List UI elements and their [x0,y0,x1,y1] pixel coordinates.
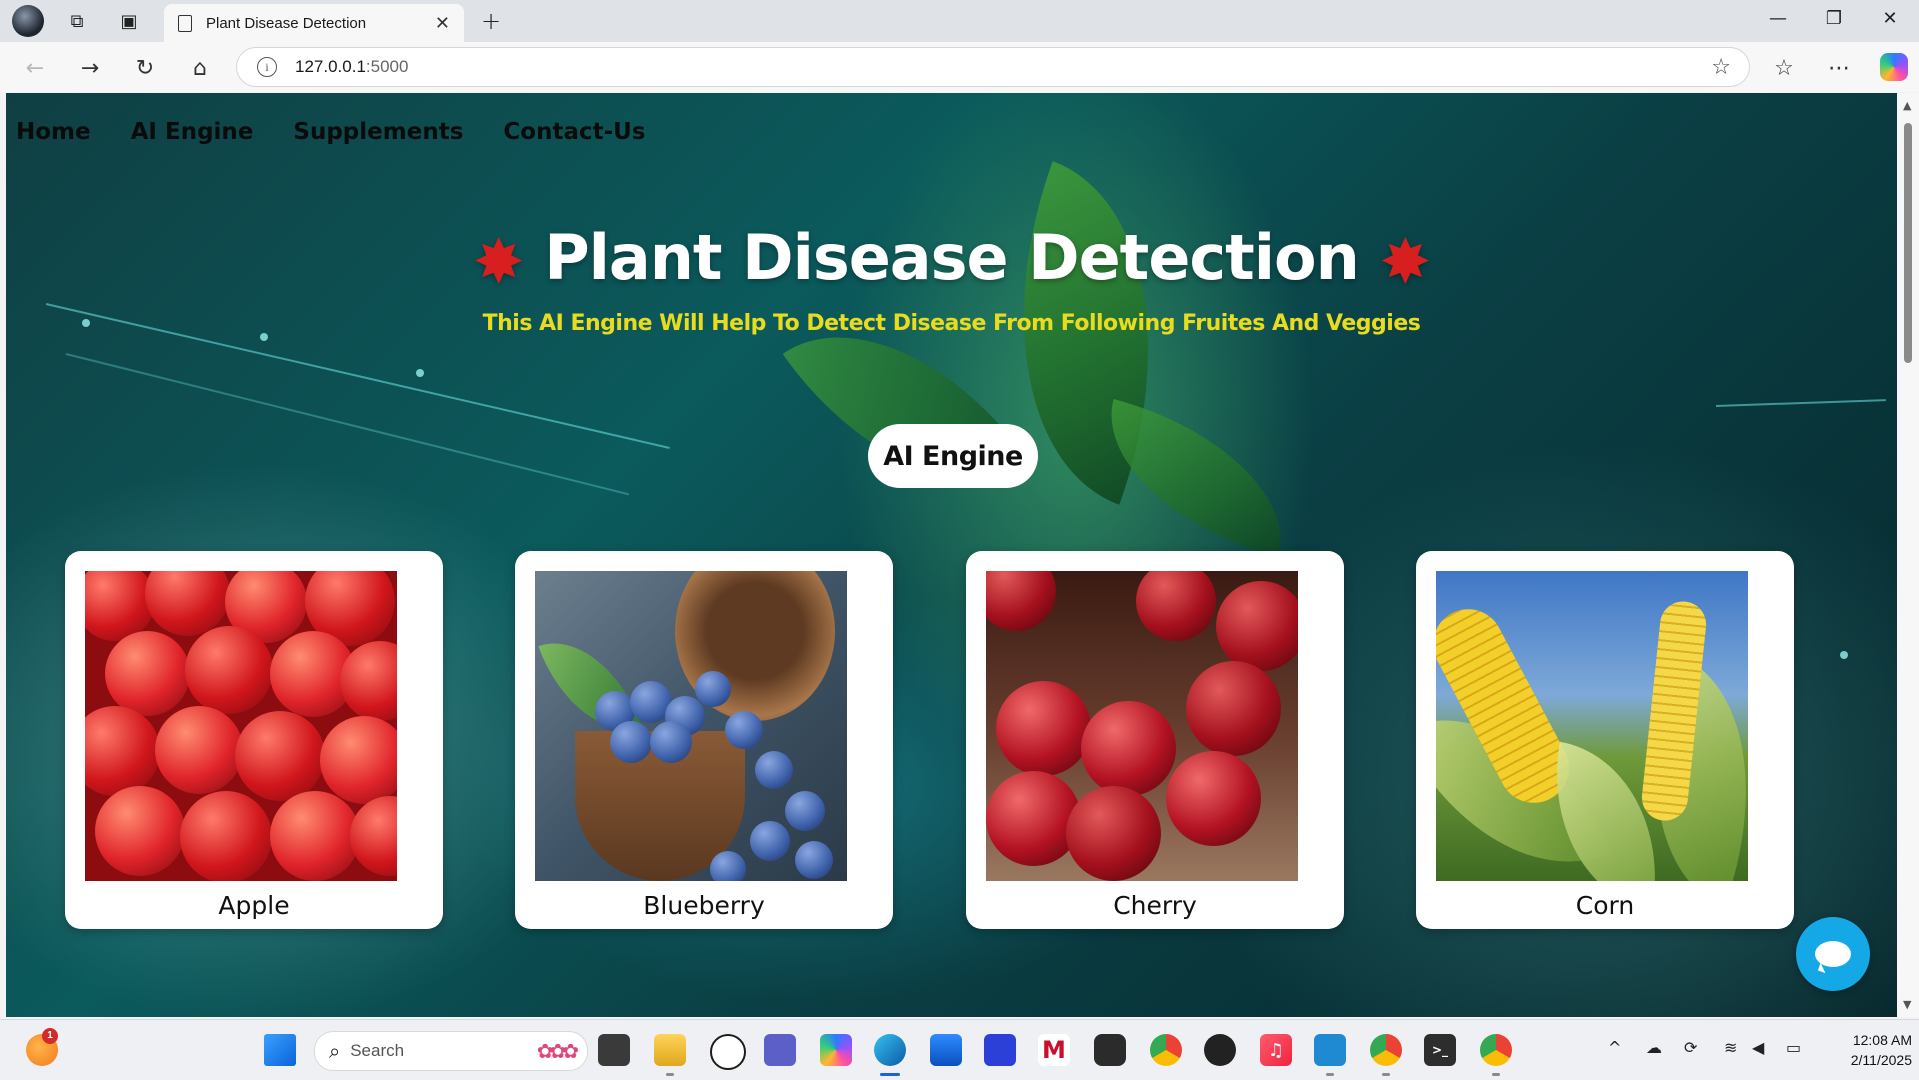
corn-image [1436,571,1748,881]
minimize-button[interactable]: — [1758,8,1798,29]
copilot-app-icon[interactable] [820,1034,852,1066]
clock-date: 2/11/2025 [1850,1052,1912,1068]
teams-icon[interactable] [764,1034,796,1066]
site-info-icon[interactable]: i [257,57,277,77]
vscode-icon[interactable] [1314,1034,1346,1076]
url-text[interactable]: 127.0.0.1:5000 [295,57,1711,77]
3d-app-icon[interactable] [1094,1034,1126,1066]
tech-dot [1840,651,1848,659]
chrome-profile-v-icon[interactable] [1370,1034,1402,1076]
address-bar[interactable]: i 127.0.0.1:5000 ☆ [236,47,1750,87]
url-host: 127.0.0.1 [295,57,366,76]
battery-icon[interactable]: ▭ [1786,1038,1801,1057]
maple-leaf-icon: ✸ [1379,225,1431,299]
card-apple[interactable]: Apple [65,551,443,929]
refresh-button[interactable]: ↻ [129,52,161,84]
show-hidden-icons-icon[interactable]: ^ [1608,1038,1621,1057]
nav-contact-us-link[interactable]: Contact-Us [503,119,645,145]
page-scrollbar[interactable]: ▲ ▼ [1897,93,1919,1017]
close-tab-icon[interactable]: ✕ [435,13,450,34]
system-clock[interactable]: 12:08 AM 2/11/2025 [1822,1030,1912,1070]
pen-app-icon[interactable] [984,1034,1016,1066]
card-corn[interactable]: Corn [1416,551,1794,929]
favorite-star-icon[interactable]: ☆ [1711,55,1731,80]
chat-button[interactable] [1796,917,1870,991]
edge-icon[interactable] [874,1034,906,1076]
chat-bubble-icon [1815,941,1851,967]
search-highlight-icon: ✿✿✿ [536,1039,579,1063]
start-button[interactable] [264,1034,296,1066]
card-label-blueberry: Blueberry [643,891,765,920]
page-title-text: Plant Disease Detection [544,221,1360,294]
main-nav: Home AI Engine Supplements Contact-Us [16,119,646,145]
sync-icon[interactable]: ⟳ [1684,1038,1697,1057]
scroll-down-arrow-icon[interactable]: ▼ [1903,998,1911,1011]
nav-ai-engine-link[interactable]: AI Engine [131,119,254,145]
browser-toolbar: ← → ↻ ⌂ i 127.0.0.1:5000 ☆ ☆ ⋯ [0,42,1919,92]
browser-title-bar: ⧉ ▣ Plant Disease Detection ✕ + — ❐ ✕ [0,0,1919,42]
music-icon[interactable]: ♫ [1260,1034,1292,1066]
mcafee-icon[interactable]: M [1038,1034,1070,1066]
task-view-icon[interactable] [598,1034,630,1066]
windows-taskbar: 1 ⌕ Search ✿✿✿ M ♫ >_ ^ ☁ ⟳ ≋ ◀ ▭ 12:08 … [0,1019,1919,1080]
back-button[interactable]: ← [19,52,51,84]
forward-button[interactable]: → [74,52,106,84]
ai-engine-button[interactable]: AI Engine [868,424,1038,488]
scroll-thumb[interactable] [1904,123,1912,363]
restore-button[interactable]: ❐ [1814,8,1854,29]
card-label-cherry: Cherry [1113,891,1197,920]
onedrive-icon[interactable]: ☁ [1646,1038,1662,1057]
tab-title: Plant Disease Detection [206,14,367,32]
search-icon: ⌕ [329,1039,341,1063]
microsoft-store-icon[interactable] [930,1034,962,1066]
nav-home-link[interactable]: Home [16,119,91,145]
clock-time: 12:08 AM [1852,1032,1912,1048]
card-label-corn: Corn [1575,891,1635,920]
card-cherry[interactable]: Cherry [966,551,1344,929]
favorites-icon[interactable]: ☆ [1768,52,1800,84]
taskbar-search-placeholder: Search [350,1041,405,1060]
card-label-apple: Apple [218,891,290,920]
chrome-icon[interactable] [1150,1034,1182,1066]
whatsapp-icon[interactable] [710,1034,746,1070]
card-blueberry[interactable]: Blueberry [515,551,893,929]
page-icon [178,14,192,32]
tech-dot [416,369,424,377]
maple-leaf-icon: ✸ [472,225,525,299]
more-menu-icon[interactable]: ⋯ [1823,52,1855,84]
tab-plant-disease-detection[interactable]: Plant Disease Detection ✕ [164,4,464,42]
close-window-button[interactable]: ✕ [1870,8,1910,29]
profile-avatar[interactable] [12,5,44,37]
taskbar-search[interactable]: ⌕ Search ✿✿✿ [314,1031,588,1071]
volume-icon[interactable]: ◀ [1752,1038,1764,1057]
blueberry-image [535,571,847,881]
new-tab-button[interactable]: + [476,6,506,36]
cherry-image [986,571,1298,881]
apple-image [85,571,397,881]
chrome-profile-h-icon[interactable] [1480,1034,1512,1076]
url-port: :5000 [365,57,409,76]
tech-line [1715,399,1886,407]
speedometer-icon[interactable] [1204,1034,1236,1066]
wifi-icon[interactable]: ≋ [1724,1038,1737,1057]
copilot-icon[interactable] [1880,53,1908,81]
workspaces-icon[interactable]: ⧉ [62,6,92,36]
file-explorer-icon[interactable] [654,1034,686,1076]
page-title: ✸ Plant Disease Detection ✸ [6,221,1897,298]
notification-badge: 1 [42,1028,58,1044]
scroll-up-arrow-icon[interactable]: ▲ [1903,99,1911,112]
page-viewport: Home AI Engine Supplements Contact-Us ✸ … [6,93,1897,1017]
terminal-icon[interactable]: >_ [1424,1034,1456,1066]
nav-supplements-link[interactable]: Supplements [293,119,463,145]
vertical-tabs-icon[interactable]: ▣ [114,6,144,36]
page-subtitle: This AI Engine Will Help To Detect Disea… [482,311,1421,336]
home-button[interactable]: ⌂ [184,52,216,84]
